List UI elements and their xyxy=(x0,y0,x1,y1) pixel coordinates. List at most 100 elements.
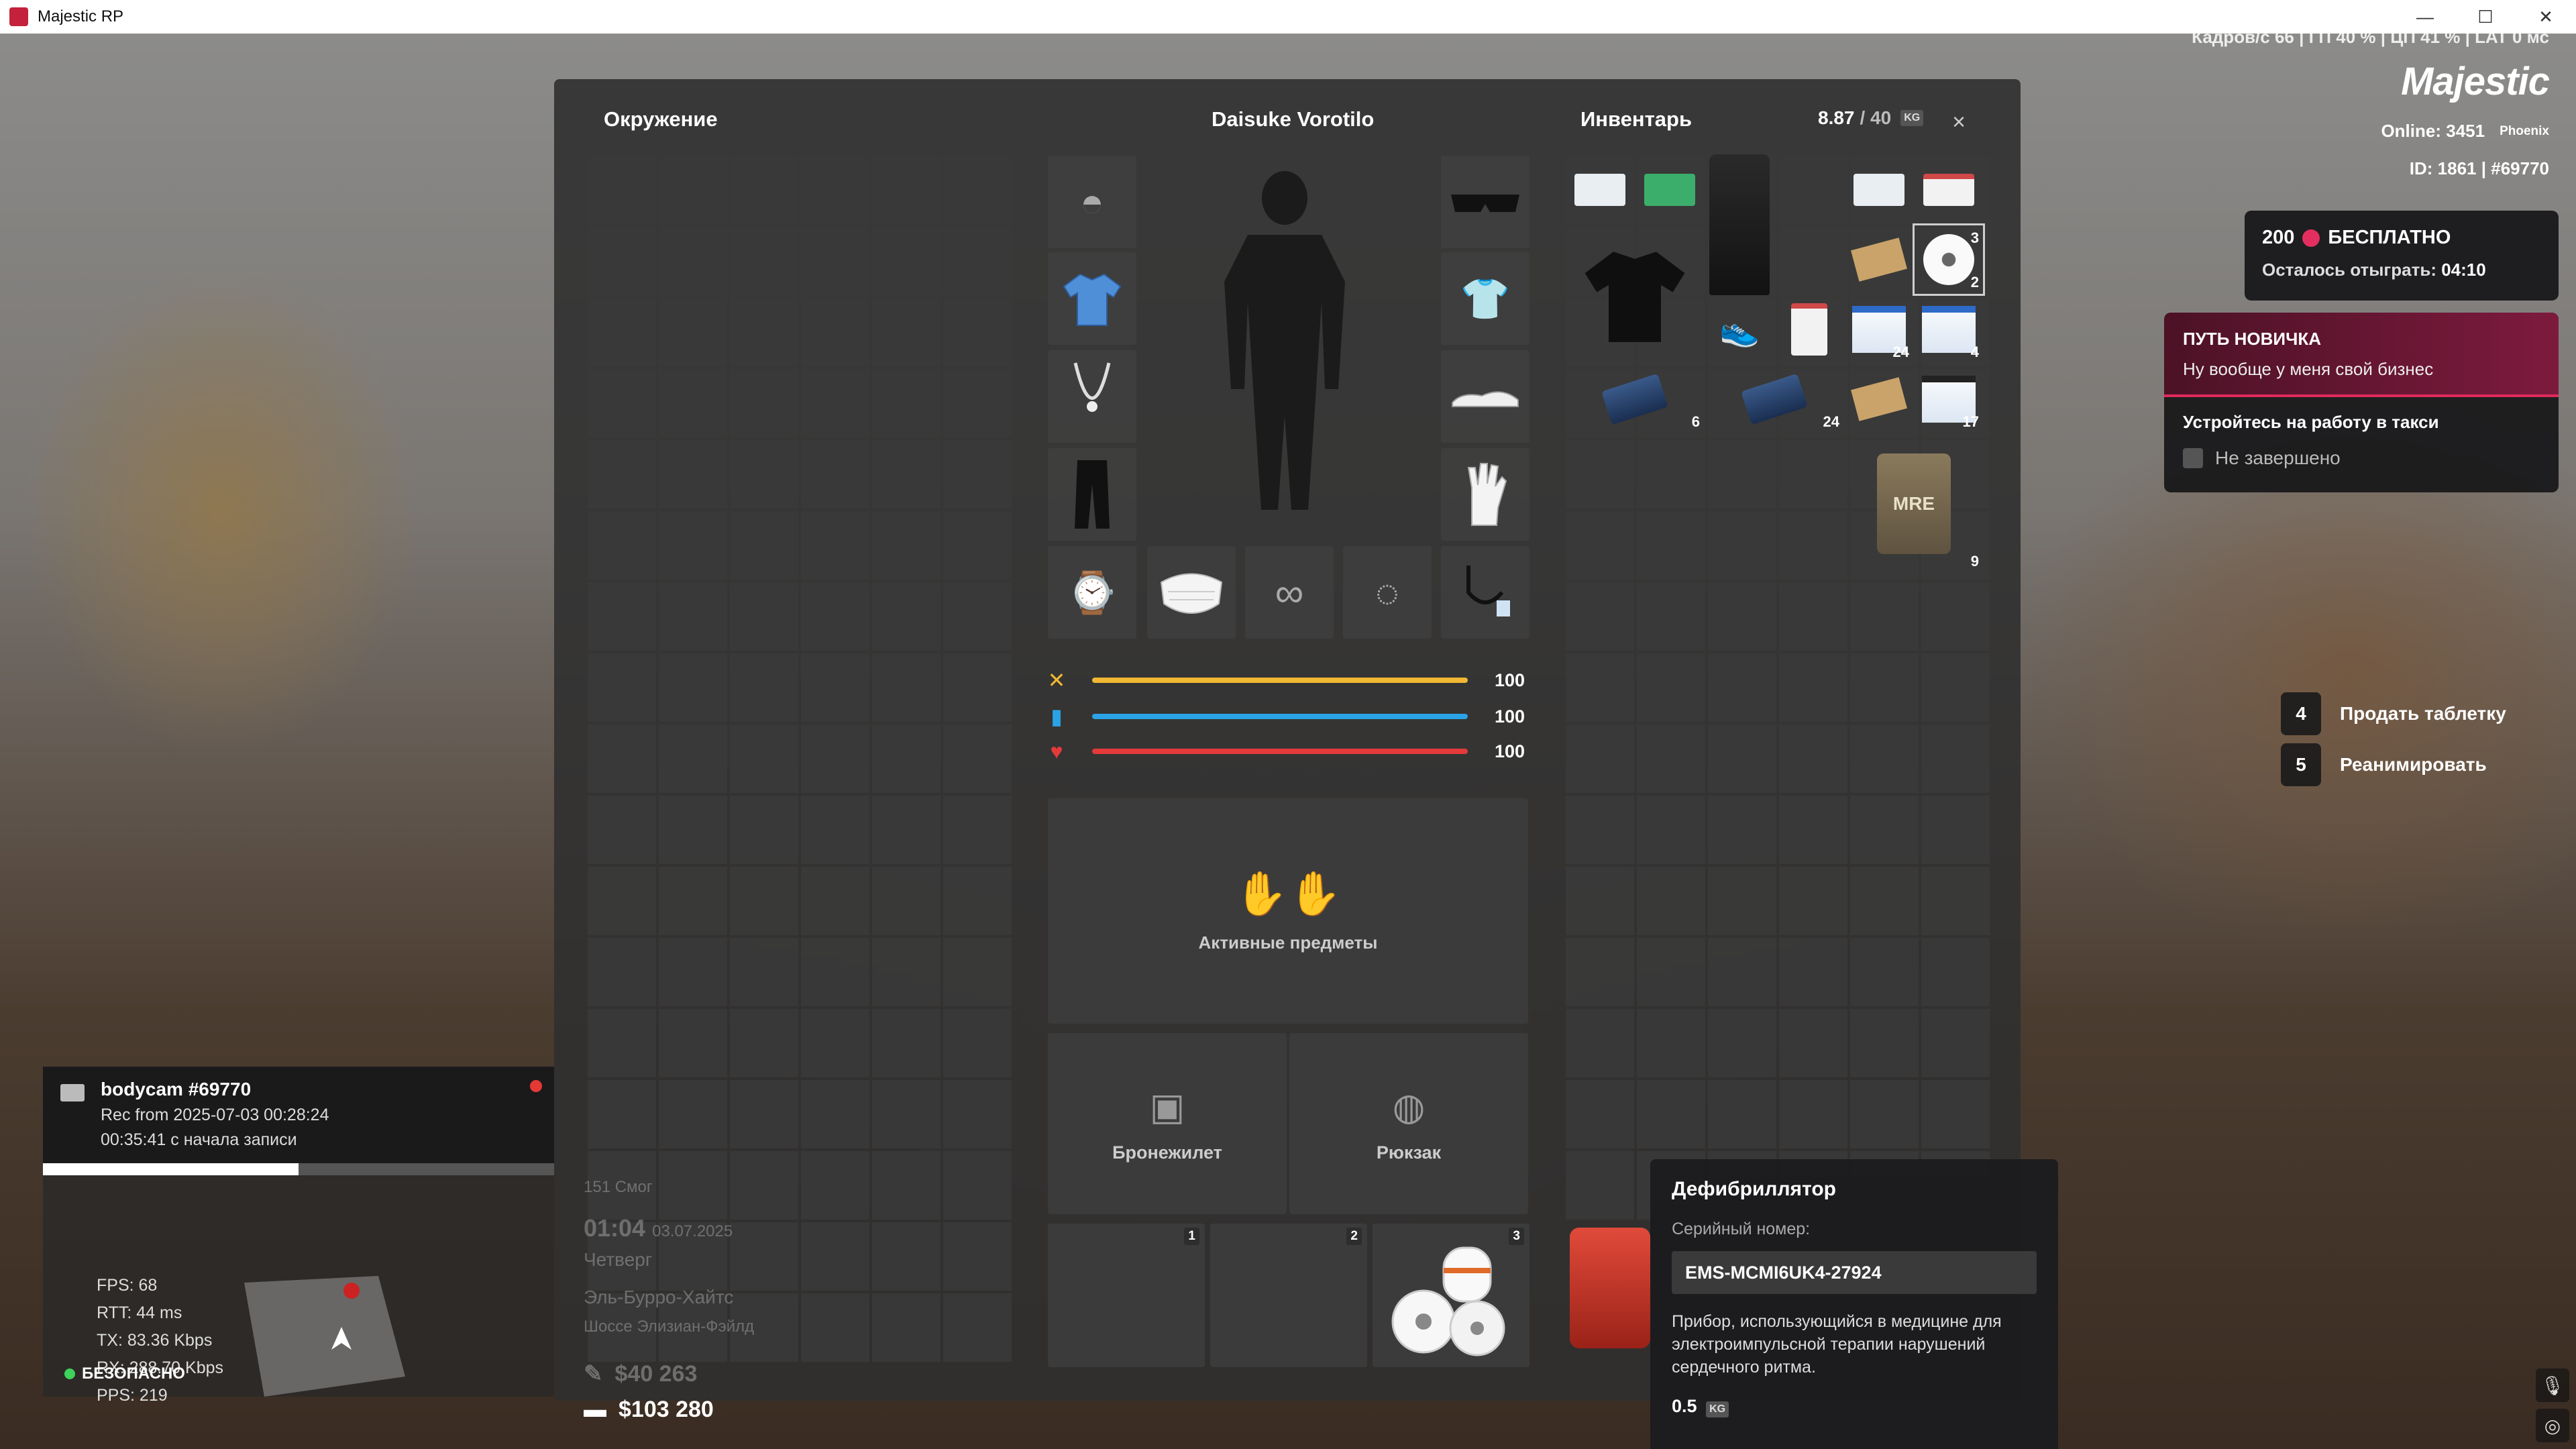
med-box-a[interactable]: 24 xyxy=(1845,295,1913,364)
action-revive[interactable]: 5 Реанимировать xyxy=(2281,743,2487,786)
grid-cell[interactable] xyxy=(1779,938,1847,1006)
grid-cell[interactable] xyxy=(730,156,798,224)
grid-cell[interactable] xyxy=(588,724,656,793)
grid-cell[interactable] xyxy=(1921,653,1990,722)
grid-cell[interactable] xyxy=(943,1222,1012,1291)
grid-cell[interactable] xyxy=(1637,653,1705,722)
microphone-icon[interactable]: 🎙 xyxy=(2536,1368,2569,1402)
grid-cell[interactable] xyxy=(588,440,656,508)
grid-cell[interactable] xyxy=(1779,511,1847,580)
pants-item[interactable] xyxy=(1705,154,1774,295)
grid-cell[interactable] xyxy=(943,369,1012,437)
grid-cell[interactable] xyxy=(1850,867,1919,935)
grid-cell[interactable] xyxy=(801,938,869,1006)
grid-cell[interactable] xyxy=(1779,653,1847,722)
earrings-slot[interactable]: ∞ xyxy=(1245,546,1334,639)
grid-cell[interactable] xyxy=(1708,724,1776,793)
grid-cell[interactable] xyxy=(872,867,941,935)
grid-cell[interactable] xyxy=(872,156,941,224)
grid-cell[interactable] xyxy=(1850,653,1919,722)
grid-cell[interactable] xyxy=(1779,156,1847,224)
grid-cell[interactable] xyxy=(588,582,656,651)
grid-cell[interactable] xyxy=(1637,440,1705,508)
grid-cell[interactable] xyxy=(943,582,1012,651)
quest-panel[interactable]: ПУТЬ НОВИЧКА Ну вообще у меня свой бизне… xyxy=(2164,313,2559,492)
grid-cell[interactable] xyxy=(801,1293,869,1362)
grid-cell[interactable] xyxy=(588,227,656,295)
grid-cell[interactable] xyxy=(801,298,869,366)
grid-cell[interactable] xyxy=(1566,582,1634,651)
grid-cell[interactable] xyxy=(1566,796,1634,864)
grid-cell[interactable] xyxy=(801,1080,869,1148)
undershirt-slot[interactable]: 👕 xyxy=(1441,252,1529,345)
grid-cell[interactable] xyxy=(1566,653,1634,722)
grid-cell[interactable] xyxy=(943,1293,1012,1362)
grid-cell[interactable] xyxy=(659,867,727,935)
grid-cell[interactable] xyxy=(659,1009,727,1077)
grid-cell[interactable] xyxy=(659,1080,727,1148)
hat-slot[interactable]: ◓ xyxy=(1048,156,1136,248)
grid-cell[interactable] xyxy=(872,440,941,508)
id-card-item[interactable] xyxy=(1566,156,1634,224)
grid-cell[interactable] xyxy=(588,156,656,224)
grid-cell[interactable] xyxy=(872,653,941,722)
grid-cell[interactable] xyxy=(659,298,727,366)
grid-cell[interactable] xyxy=(801,1009,869,1077)
grid-cell[interactable] xyxy=(1708,440,1776,508)
grid-cell[interactable] xyxy=(1566,511,1634,580)
grid-cell[interactable] xyxy=(801,724,869,793)
grid-cell[interactable] xyxy=(659,440,727,508)
settings-icon[interactable]: ◎ xyxy=(2536,1409,2569,1442)
grid-cell[interactable] xyxy=(730,1009,798,1077)
grid-cell[interactable] xyxy=(730,369,798,437)
kit-item[interactable]: 17 xyxy=(1915,365,1983,433)
grid-cell[interactable] xyxy=(1779,724,1847,793)
grid-cell[interactable] xyxy=(1708,938,1776,1006)
grid-cell[interactable] xyxy=(872,796,941,864)
grid-cell[interactable] xyxy=(1850,582,1919,651)
grid-cell[interactable] xyxy=(730,1151,798,1220)
grid-cell[interactable] xyxy=(588,938,656,1006)
close-inventory-button[interactable]: × xyxy=(1945,109,1972,136)
grid-cell[interactable] xyxy=(588,369,656,437)
grid-cell[interactable] xyxy=(659,653,727,722)
grid-cell[interactable] xyxy=(1921,582,1990,651)
grid-cell[interactable] xyxy=(1708,511,1776,580)
grid-cell[interactable] xyxy=(943,867,1012,935)
doc-card-item[interactable] xyxy=(1845,156,1913,224)
grid-cell[interactable] xyxy=(730,511,798,580)
mask-slot[interactable] xyxy=(1147,546,1236,639)
armor-slot[interactable]: ▣ Бронежилет xyxy=(1048,1033,1287,1214)
grid-cell[interactable] xyxy=(730,796,798,864)
grid-cell[interactable] xyxy=(1779,227,1847,295)
grid-cell[interactable] xyxy=(588,298,656,366)
grid-cell[interactable] xyxy=(1637,1080,1705,1148)
grid-cell[interactable] xyxy=(1850,1080,1919,1148)
grid-cell[interactable] xyxy=(1850,724,1919,793)
grid-cell[interactable] xyxy=(801,156,869,224)
envelope-item[interactable] xyxy=(1845,225,1913,294)
grid-cell[interactable] xyxy=(1708,1080,1776,1148)
envelope-item-2[interactable] xyxy=(1845,365,1913,433)
grid-cell[interactable] xyxy=(1779,1009,1847,1077)
grid-cell[interactable] xyxy=(1921,796,1990,864)
grid-cell[interactable] xyxy=(588,867,656,935)
necklace-slot[interactable] xyxy=(1048,350,1136,443)
grid-cell[interactable] xyxy=(1921,724,1990,793)
grid-cell[interactable] xyxy=(872,369,941,437)
pills-item-b[interactable]: 24 xyxy=(1705,365,1843,433)
grid-cell[interactable] xyxy=(730,582,798,651)
pants-slot[interactable] xyxy=(1048,448,1136,541)
grid-cell[interactable] xyxy=(801,227,869,295)
quick-slot-1[interactable]: 1 xyxy=(1048,1224,1205,1367)
grid-cell[interactable] xyxy=(659,582,727,651)
grid-cell[interactable] xyxy=(943,440,1012,508)
gloves-slot[interactable] xyxy=(1441,448,1529,541)
grid-cell[interactable] xyxy=(1921,1009,1990,1077)
grid-cell[interactable] xyxy=(801,653,869,722)
grid-cell[interactable] xyxy=(801,511,869,580)
grid-cell[interactable] xyxy=(1708,582,1776,651)
grid-cell[interactable] xyxy=(1779,867,1847,935)
shoes-slot[interactable] xyxy=(1441,350,1529,443)
grid-cell[interactable] xyxy=(943,724,1012,793)
